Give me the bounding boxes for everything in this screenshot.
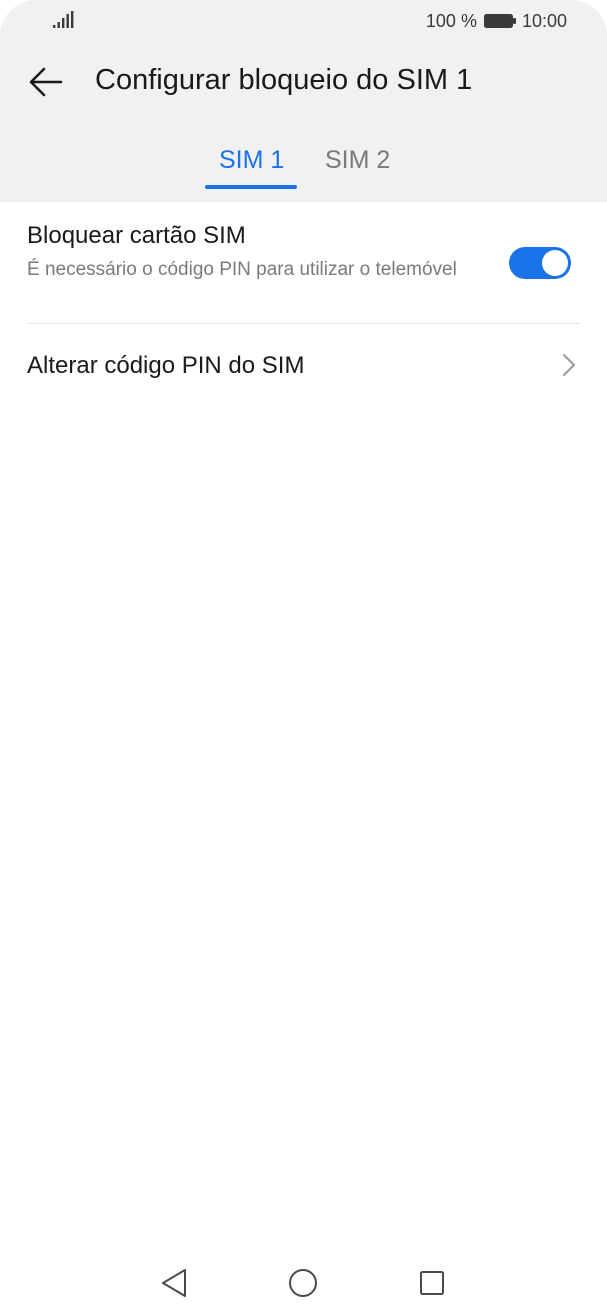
toggle-knob [542,250,568,276]
signal-icon [53,11,74,28]
triangle-back-icon [162,1269,186,1297]
header-area: 100 % 10:00 Configurar bloqueio do SIM 1… [0,0,607,202]
active-tab-indicator [205,185,297,189]
lock-sim-card-row[interactable]: Bloquear cartão SIM É necessário o códig… [0,202,607,323]
battery-icon [483,14,516,28]
change-sim-pin-row[interactable]: Alterar código PIN do SIM [0,324,607,406]
chevron-right-icon [563,354,575,376]
circle-home-icon [289,1269,317,1297]
status-right: 100 % 10:00 [426,10,567,32]
page-title: Configurar bloqueio do SIM 1 [95,64,473,96]
nav-back-button[interactable] [157,1266,191,1300]
nav-home-button[interactable] [286,1266,320,1300]
system-navigation-bar [0,1250,607,1316]
tab-sim-2[interactable]: SIM 2 [325,146,390,175]
status-bar: 100 % 10:00 [0,0,607,42]
clock: 10:00 [521,10,567,31]
arrow-left-icon [29,67,63,97]
tab-sim-1[interactable]: SIM 1 [219,146,284,175]
change-sim-pin-label: Alterar código PIN do SIM [27,352,305,379]
app-bar: Configurar bloqueio do SIM 1 [0,50,607,114]
lock-sim-card-toggle[interactable] [509,247,571,279]
sim-tabs: SIM 1 SIM 2 [0,140,607,192]
phone-screen: 100 % 10:00 Configurar bloqueio do SIM 1… [0,0,607,1316]
back-button[interactable] [26,62,66,102]
square-recent-icon [420,1271,444,1295]
lock-sim-card-title: Bloquear cartão SIM [27,222,246,249]
nav-recent-apps-button[interactable] [415,1266,449,1300]
battery-percentage: 100 % [425,10,477,31]
lock-sim-card-description: É necessário o código PIN para utilizar … [27,259,457,280]
